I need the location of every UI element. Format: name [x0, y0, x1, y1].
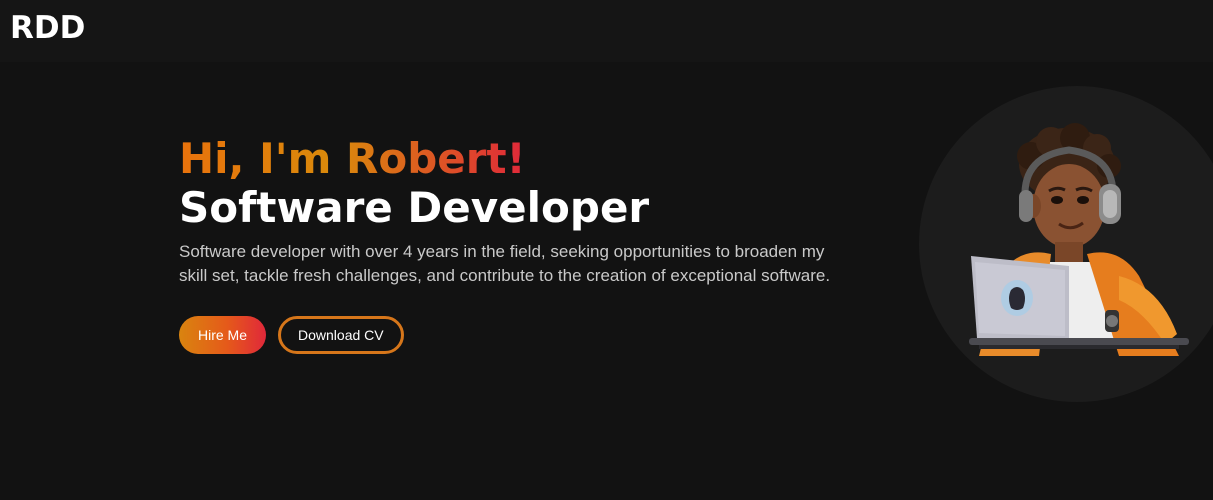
page: RDD Hi, I'm Robert! Software Developer S…	[0, 0, 1213, 500]
developer-avatar-icon	[969, 123, 1189, 356]
hero-section: Hi, I'm Robert! Software Developer Softw…	[179, 134, 859, 354]
hero-role: Software Developer	[179, 183, 650, 232]
navbar: RDD	[0, 0, 1213, 62]
hero-description: Software developer with over 4 years in …	[179, 242, 831, 285]
hire-me-button[interactable]: Hire Me	[179, 316, 267, 354]
hero-buttons: Hire Me Download CV	[179, 316, 859, 354]
avatar	[919, 86, 1213, 402]
download-cv-button[interactable]: Download CV	[278, 316, 404, 354]
hero-greeting: Hi, I'm Robert!	[179, 134, 526, 183]
site-logo[interactable]: RDD	[10, 10, 85, 46]
